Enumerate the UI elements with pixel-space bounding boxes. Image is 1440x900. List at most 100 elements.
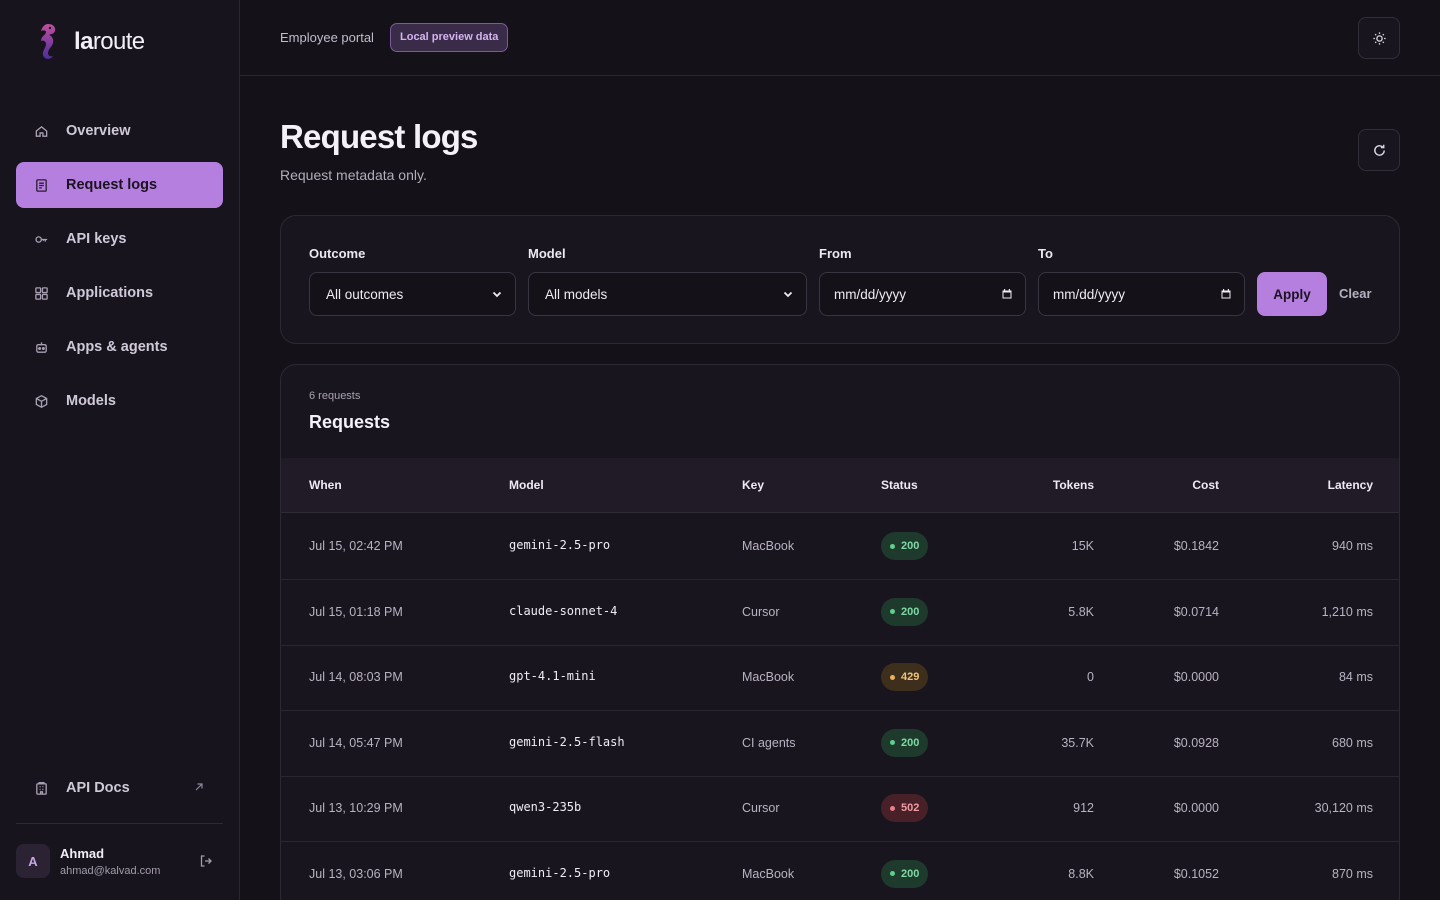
cell-key: MacBook [742, 866, 795, 881]
refresh-button[interactable] [1358, 129, 1400, 171]
cell-when: Jul 13, 10:29 PM [309, 801, 403, 815]
column-cost[interactable]: Cost [1192, 478, 1219, 492]
apply-button[interactable]: Apply [1257, 272, 1327, 316]
cell-tokens: 0 [1087, 670, 1094, 684]
building-icon [34, 781, 49, 796]
to-placeholder: mm/dd/yyyy [1053, 286, 1126, 302]
table-row[interactable]: Jul 15, 02:42 PM gemini-2.5-pro MacBook 200… [281, 514, 1399, 580]
outcome-select[interactable]: All outcomes [309, 272, 516, 316]
cell-key: MacBook [742, 539, 795, 553]
cell-when: Jul 15, 01:18 PM [309, 604, 403, 619]
sidebar-item-label: API Docs [66, 780, 130, 796]
cell-model: gemini-2.5-pro [509, 865, 611, 880]
cell-latency: 1,210 ms [1321, 604, 1373, 619]
cell-latency: 30,120 ms [1314, 801, 1373, 815]
user-profile: A Ahmad ahmad@kalvad.com [16, 843, 223, 879]
cell-when: Jul 14, 08:03 PM [309, 670, 403, 684]
status-code: 200 [901, 867, 920, 880]
status-badge: 200 [881, 728, 929, 757]
sidebar-item-api-keys[interactable]: API keys [16, 216, 223, 262]
cell-when: Jul 15, 02:42 PM [309, 539, 403, 553]
column-status[interactable]: Status [881, 478, 918, 492]
user-name: Ahmad [60, 845, 105, 861]
to-date-input[interactable]: mm/dd/yyyy [1038, 272, 1245, 316]
cell-model: qwen3-235b [509, 800, 582, 814]
cell-key: CI agents [742, 735, 796, 750]
column-model[interactable]: Model [509, 478, 544, 492]
cell-model: gemini-2.5-pro [509, 538, 611, 552]
column-latency[interactable]: Latency [1328, 478, 1373, 492]
cell-key: Cursor [742, 604, 780, 619]
table-row[interactable]: Jul 13, 10:29 PM qwen3-235b Cursor 502 912 $0… [281, 776, 1399, 842]
column-tokens[interactable]: Tokens [1053, 478, 1094, 492]
cell-key: MacBook [742, 670, 795, 684]
cell-model: gemini-2.5-flash [509, 734, 625, 749]
table-row[interactable]: Jul 14, 08:03 PM gpt-4.1-mini MacBook 429 0 $… [281, 645, 1399, 711]
key-icon [34, 232, 49, 247]
cell-tokens: 5.8K [1068, 604, 1094, 619]
status-dot [890, 871, 895, 876]
user-email: ahmad@kalvad.com [60, 864, 161, 877]
sidebar-item-overview[interactable]: Overview [16, 108, 223, 154]
cell-cost: $0.1052 [1173, 866, 1219, 881]
cell-tokens: 912 [1073, 801, 1094, 815]
status-code: 502 [901, 802, 920, 814]
main-content: Employee portal Local preview data Reque… [240, 0, 1440, 900]
status-dot [890, 740, 895, 745]
clear-button[interactable]: Clear [1339, 272, 1372, 316]
sidebar-item-api-docs[interactable]: API Docs [16, 765, 223, 811]
sidebar: laroute Overview Request logs API keys A… [0, 0, 240, 900]
avatar[interactable]: A [16, 844, 50, 878]
cell-cost: $0.0714 [1173, 604, 1219, 619]
logout-icon[interactable] [199, 854, 213, 868]
table-row[interactable]: Jul 14, 05:47 PM gemini-2.5-flash CI agent… [281, 711, 1399, 777]
cell-tokens: 35.7K [1061, 735, 1094, 750]
chevron-down-icon [492, 291, 502, 298]
cell-latency: 680 ms [1332, 735, 1373, 750]
page-title: Request logs [280, 118, 478, 155]
status-code: 200 [901, 736, 920, 749]
table-header: When Model Key Status Tokens Cost Latenc… [281, 458, 1399, 513]
refresh-icon [1373, 144, 1385, 156]
status-code: 200 [901, 605, 920, 618]
outcome-filter: Outcome All outcomes [309, 246, 516, 316]
sidebar-divider [16, 823, 223, 824]
sidebar-item-label: Request logs [66, 177, 158, 193]
home-icon [34, 124, 49, 139]
status-code: 200 [901, 540, 920, 552]
column-when[interactable]: When [309, 478, 342, 492]
cell-cost: $0.0928 [1173, 735, 1219, 750]
seahorse-logo-icon [41, 24, 56, 59]
requests-panel: 6 requests Requests When Model Key Statu… [280, 364, 1400, 900]
cell-when: Jul 14, 05:47 PM [309, 735, 403, 750]
sidebar-item-label: Apps & agents [66, 339, 168, 355]
cell-cost: $0.1842 [1173, 539, 1219, 553]
status-dot [890, 609, 895, 614]
model-value: All models [545, 286, 608, 302]
brand-name: laroute [74, 28, 145, 55]
cell-key: Cursor [742, 801, 780, 815]
brand[interactable]: laroute [34, 22, 145, 62]
model-select[interactable]: All models [528, 272, 807, 316]
sidebar-item-label: API keys [66, 231, 127, 247]
sidebar-item-applications[interactable]: Applications [16, 270, 223, 316]
calendar-icon[interactable] [1220, 288, 1232, 300]
sidebar-item-request-logs[interactable]: Request logs [16, 162, 223, 208]
filters-panel: Outcome All outcomes Model All models Fr… [280, 215, 1400, 344]
preview-badge: Local preview data [390, 23, 509, 52]
from-date-input[interactable]: mm/dd/yyyy [819, 272, 1026, 316]
sidebar-item-apps-agents[interactable]: Apps & agents [16, 324, 223, 370]
table-row[interactable]: Jul 13, 03:06 PM gemini-2.5-pro MacBook 200… [281, 842, 1399, 900]
calendar-icon[interactable] [1001, 288, 1013, 300]
cell-model: claude-sonnet-4 [509, 603, 618, 618]
theme-toggle-button[interactable] [1358, 17, 1400, 59]
sidebar-item-models[interactable]: Models [16, 378, 223, 424]
column-key[interactable]: Key [742, 478, 764, 492]
status-dot [890, 674, 895, 680]
sidebar-nav: Overview Request logs API keys Applicati… [16, 108, 223, 432]
request-count: 6 requests [309, 390, 361, 402]
model-label: Model [528, 246, 566, 261]
model-filter: Model All models [528, 246, 807, 316]
to-label: To [1038, 246, 1053, 261]
table-row[interactable]: Jul 15, 01:18 PM claude-sonnet-4 Cursor 200… [281, 580, 1399, 646]
